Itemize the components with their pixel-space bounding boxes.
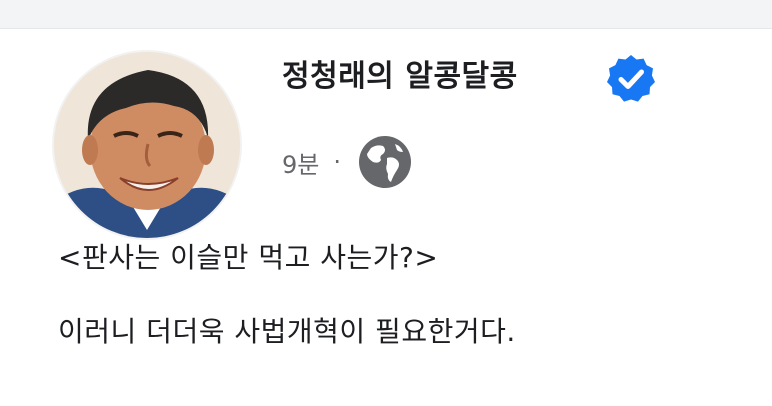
meta-separator: · [333,148,341,176]
post-text-line-2: 이러니 더더욱 사법개혁이 필요한거다. [58,315,516,348]
post-time-link[interactable]: 9분 [282,145,319,180]
facebook-post: 정청래의 알콩달콩 9분 · <판사는 이슬만 먹고 사는가?> 이러니 더더욱… [0,0,772,406]
verified-badge-icon [607,55,655,102]
top-divider-band [0,0,772,29]
avatar-photo [54,52,240,238]
post-meta: 9분 · [282,136,413,188]
author-avatar[interactable] [54,52,240,238]
author-name[interactable]: 정청래의 알콩달콩 [282,56,518,98]
globe-icon[interactable] [357,134,413,190]
post-text-line-1: <판사는 이슬만 먹고 사는가?> [58,241,439,274]
